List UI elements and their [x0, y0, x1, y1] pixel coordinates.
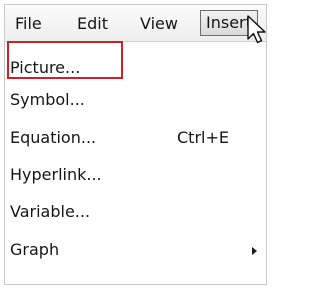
- menu-item-hyperlink[interactable]: Hyperlink...: [5, 159, 266, 191]
- menu-item-label: Hyperlink...: [10, 165, 102, 184]
- shortcut-label: Ctrl+E: [177, 128, 229, 147]
- menu-item-graph[interactable]: Graph: [5, 234, 266, 266]
- menu-item-label: Equation...: [10, 128, 97, 147]
- menu-item-equation[interactable]: Equation... Ctrl+E: [5, 122, 266, 154]
- menu-item-label: Symbol...: [10, 90, 85, 109]
- menu-item-label: Picture...: [10, 58, 81, 77]
- menu-item-picture[interactable]: Picture...: [5, 52, 266, 84]
- insert-dropdown-menu: Picture... Symbol... Equation... Ctrl+E …: [5, 42, 266, 284]
- menu-view[interactable]: View: [140, 13, 178, 35]
- menu-bar: File Edit View Insert: [5, 5, 266, 42]
- screenshot-frame: File Edit View Insert Picture... Symbol.…: [4, 4, 267, 285]
- menu-edit[interactable]: Edit: [77, 13, 108, 35]
- menu-item-label: Graph: [10, 240, 60, 259]
- menu-insert[interactable]: Insert: [200, 10, 258, 36]
- menu-item-symbol[interactable]: Symbol...: [5, 84, 266, 116]
- menu-item-variable[interactable]: Variable...: [5, 196, 266, 228]
- menu-item-label: Variable...: [10, 202, 91, 221]
- submenu-arrow-icon: [252, 247, 257, 255]
- menu-file[interactable]: File: [15, 13, 42, 35]
